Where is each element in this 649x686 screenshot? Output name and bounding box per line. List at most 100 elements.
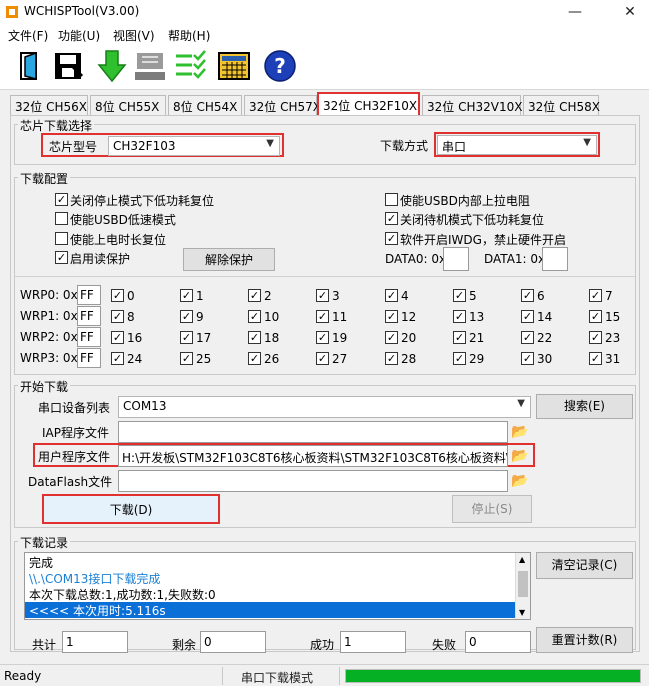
wrp-bit-label: 11 (332, 310, 348, 324)
serial-device-select[interactable]: COM13 ▼ (118, 396, 531, 418)
calculator-icon[interactable] (216, 48, 252, 84)
wrp-bit-checkbox[interactable]: ✓ (180, 310, 193, 323)
tab-ch54x[interactable]: 8位 CH54X (168, 95, 242, 115)
checkbox-usbd-low-speed[interactable] (55, 212, 68, 225)
wrp-bit-checkbox[interactable]: ✓ (521, 352, 534, 365)
menu-function[interactable]: 功能(U) (58, 27, 100, 44)
data1-input[interactable] (542, 247, 568, 271)
tab-ch57x[interactable]: 32位 CH57X (244, 95, 321, 115)
wrp-bit-label: 24 (127, 352, 143, 366)
wrp-value-input[interactable]: FF (77, 285, 101, 305)
wrp-bit-checkbox[interactable]: ✓ (316, 352, 329, 365)
wrp-bit-checkbox[interactable]: ✓ (111, 352, 124, 365)
wrp-bit-label: 5 (469, 289, 477, 303)
save-icon[interactable] (50, 48, 86, 84)
wrp-bit-label: 18 (264, 331, 280, 345)
clear-log-button[interactable]: 清空记录(C) (536, 552, 633, 579)
iap-file-input[interactable] (118, 421, 508, 443)
log-listbox[interactable]: 完成 \\.\COM13接口下载完成 本次下载总数:1,成功数:1,失败数:0 … (24, 552, 531, 620)
search-button[interactable]: 搜索(E) (536, 394, 633, 419)
wrp-row-label: WRP3: 0x (20, 351, 78, 365)
checkbox-usbd-pullup[interactable] (385, 193, 398, 206)
dataflash-file-input[interactable] (118, 470, 508, 492)
unprotect-button[interactable]: 解除保护 (183, 248, 275, 271)
folder-icon[interactable]: 📂 (510, 472, 530, 490)
checkbox-read-protect[interactable]: ✓ (55, 251, 68, 264)
wrp-bit-checkbox[interactable]: ✓ (453, 289, 466, 302)
wrp-bit-checkbox[interactable]: ✓ (248, 352, 261, 365)
wrp-bit-checkbox[interactable]: ✓ (385, 310, 398, 323)
wrp-bit-checkbox[interactable]: ✓ (589, 352, 602, 365)
wrp-bit-checkbox[interactable]: ✓ (111, 310, 124, 323)
scroll-thumb[interactable] (518, 571, 528, 597)
checkbox-power-on-long-reset[interactable] (55, 232, 68, 245)
menu-help[interactable]: 帮助(H) (168, 27, 210, 44)
download-group-title: 开始下载 (18, 378, 71, 395)
wrp-bit-checkbox[interactable]: ✓ (385, 331, 398, 344)
label-usbd-low-speed: 使能USBD低速模式 (70, 213, 176, 227)
wrp-bit-checkbox[interactable]: ✓ (385, 289, 398, 302)
log-group-title: 下载记录 (18, 534, 71, 551)
menu-file[interactable]: 文件(F) (8, 27, 48, 44)
minimize-icon[interactable]: — (560, 2, 590, 22)
download-button[interactable]: 下载(D) (42, 494, 220, 524)
wrp-bit-checkbox[interactable]: ✓ (316, 289, 329, 302)
wrp-bit-checkbox[interactable]: ✓ (521, 310, 534, 323)
wrp-bit-checkbox[interactable]: ✓ (589, 310, 602, 323)
wrp-value-input[interactable]: FF (77, 348, 101, 368)
wrp-value-input[interactable]: FF (77, 327, 101, 347)
title-bar: WCHISPTool(V3.00) — ✕ (0, 0, 649, 24)
erase-icon[interactable] (132, 48, 168, 84)
config-group-title: 下载配置 (18, 170, 71, 187)
folder-icon[interactable]: 📂 (510, 423, 530, 441)
download-mode-select[interactable]: 串口 ▼ (437, 135, 597, 155)
tab-ch32f10x[interactable]: 32位 CH32F10X (317, 92, 420, 116)
data0-input[interactable] (443, 247, 469, 271)
checkbox-software-iwdg[interactable]: ✓ (385, 232, 398, 245)
toolbar: ? (0, 44, 649, 90)
log-scrollbar[interactable]: ▲ ▼ (515, 553, 530, 619)
checkbox-stop-mode-reset[interactable]: ✓ (55, 193, 68, 206)
tab-ch58x[interactable]: 32位 CH58X (523, 95, 600, 115)
wrp-bit-checkbox[interactable]: ✓ (248, 289, 261, 302)
wrp-value-input[interactable]: FF (77, 306, 101, 326)
folder-icon[interactable]: 📂 (510, 447, 530, 465)
verify-icon[interactable] (172, 48, 208, 84)
wrp-bit-checkbox[interactable]: ✓ (180, 289, 193, 302)
wrp-bit-checkbox[interactable]: ✓ (521, 289, 534, 302)
wrp-bit-checkbox[interactable]: ✓ (385, 352, 398, 365)
wrp-bit-checkbox[interactable]: ✓ (111, 289, 124, 302)
wrp-bit-checkbox[interactable]: ✓ (180, 331, 193, 344)
wrp-bit-checkbox[interactable]: ✓ (589, 331, 602, 344)
help-icon[interactable]: ? (262, 48, 298, 84)
close-icon[interactable]: ✕ (615, 2, 645, 22)
wrp-bit-checkbox[interactable]: ✓ (248, 331, 261, 344)
checkbox-standby-reset[interactable]: ✓ (385, 212, 398, 225)
scroll-down-icon[interactable]: ▼ (519, 608, 525, 617)
wrp-bit-checkbox[interactable]: ✓ (453, 310, 466, 323)
tab-ch32v10x[interactable]: 32位 CH32V10X (422, 95, 522, 115)
wrp-bit-label: 1 (196, 289, 204, 303)
wrp-bit-checkbox[interactable]: ✓ (453, 352, 466, 365)
wrp-bit-checkbox[interactable]: ✓ (180, 352, 193, 365)
log-line: 本次下载总数:1,成功数:1,失败数:0 (29, 588, 216, 602)
user-file-input[interactable]: H:\开发板\STM32F103C8T6核心板资料\STM32F103C8T6核… (118, 445, 508, 467)
tab-ch55x[interactable]: 8位 CH55X (90, 95, 166, 115)
download-icon[interactable] (94, 48, 130, 84)
wrp-bit-checkbox[interactable]: ✓ (248, 310, 261, 323)
wrp-bit-checkbox[interactable]: ✓ (453, 331, 466, 344)
wrp-bit-checkbox[interactable]: ✓ (316, 310, 329, 323)
scroll-up-icon[interactable]: ▲ (519, 555, 525, 564)
chip-model-select[interactable]: CH32F103 ▼ (108, 136, 280, 156)
tab-ch56x[interactable]: 32位 CH56X (10, 95, 88, 115)
log-line: \\.\COM13接口下载完成 (29, 572, 161, 586)
open-icon[interactable] (12, 48, 48, 84)
wrp-bit-checkbox[interactable]: ✓ (316, 331, 329, 344)
wrp-bit-checkbox[interactable]: ✓ (589, 289, 602, 302)
menu-view[interactable]: 视图(V) (113, 27, 155, 44)
status-mode: 串口下载模式 (241, 671, 314, 685)
reset-count-button[interactable]: 重置计数(R) (536, 627, 633, 653)
wrp-bit-checkbox[interactable]: ✓ (111, 331, 124, 344)
wrp-bit-checkbox[interactable]: ✓ (521, 331, 534, 344)
stop-button[interactable]: 停止(S) (452, 495, 532, 523)
